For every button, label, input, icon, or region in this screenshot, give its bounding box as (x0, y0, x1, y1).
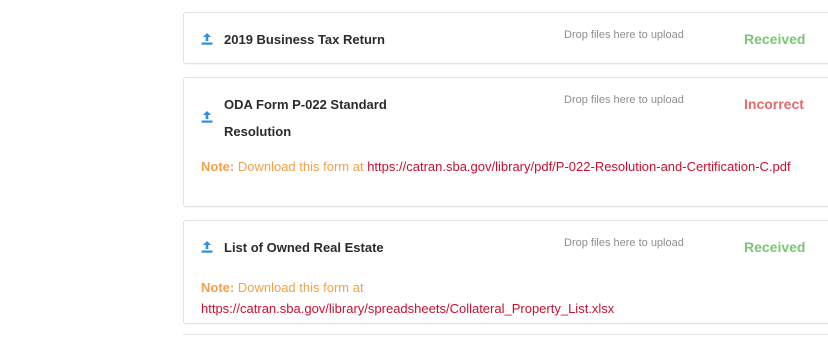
document-title-line2: Resolution (224, 124, 292, 139)
document-card-owned-real-estate[interactable]: List of Owned Real Estate Drop files her… (183, 220, 828, 324)
note-text: Download this form at (237, 159, 364, 174)
document-title: List of Owned Real Estate (224, 240, 384, 255)
note-label: Note: (201, 280, 235, 295)
status-badge: Received (744, 31, 806, 47)
dropzone-text[interactable]: Drop files here to upload (564, 237, 684, 249)
next-card-edge (183, 334, 828, 345)
note-label: Note: (201, 159, 235, 174)
document-title: 2019 Business Tax Return (224, 32, 385, 47)
note-text: Download this form at (237, 280, 364, 295)
note: Note: Download this form at https://catr… (201, 156, 828, 177)
status-badge: Received (744, 239, 806, 255)
dropzone-text[interactable]: Drop files here to upload (564, 94, 684, 106)
document-card-oda-form[interactable]: ODA Form P-022 Standard Resolution Drop … (183, 77, 828, 207)
document-card-tax-return[interactable]: 2019 Business Tax Return Drop files here… (183, 12, 828, 64)
download-link[interactable]: https://catran.sba.gov/library/spreadshe… (201, 301, 614, 316)
status-badge: Incorrect (744, 96, 804, 112)
download-link[interactable]: https://catran.sba.gov/library/pdf/P-022… (367, 159, 790, 174)
document-title-line1: ODA Form P-022 Standard (224, 97, 387, 112)
upload-icon[interactable] (201, 241, 213, 253)
note: Note: Download this form at https://catr… (201, 277, 828, 319)
dropzone-text[interactable]: Drop files here to upload (564, 29, 684, 41)
upload-icon[interactable] (201, 33, 213, 45)
upload-icon[interactable] (201, 111, 213, 123)
